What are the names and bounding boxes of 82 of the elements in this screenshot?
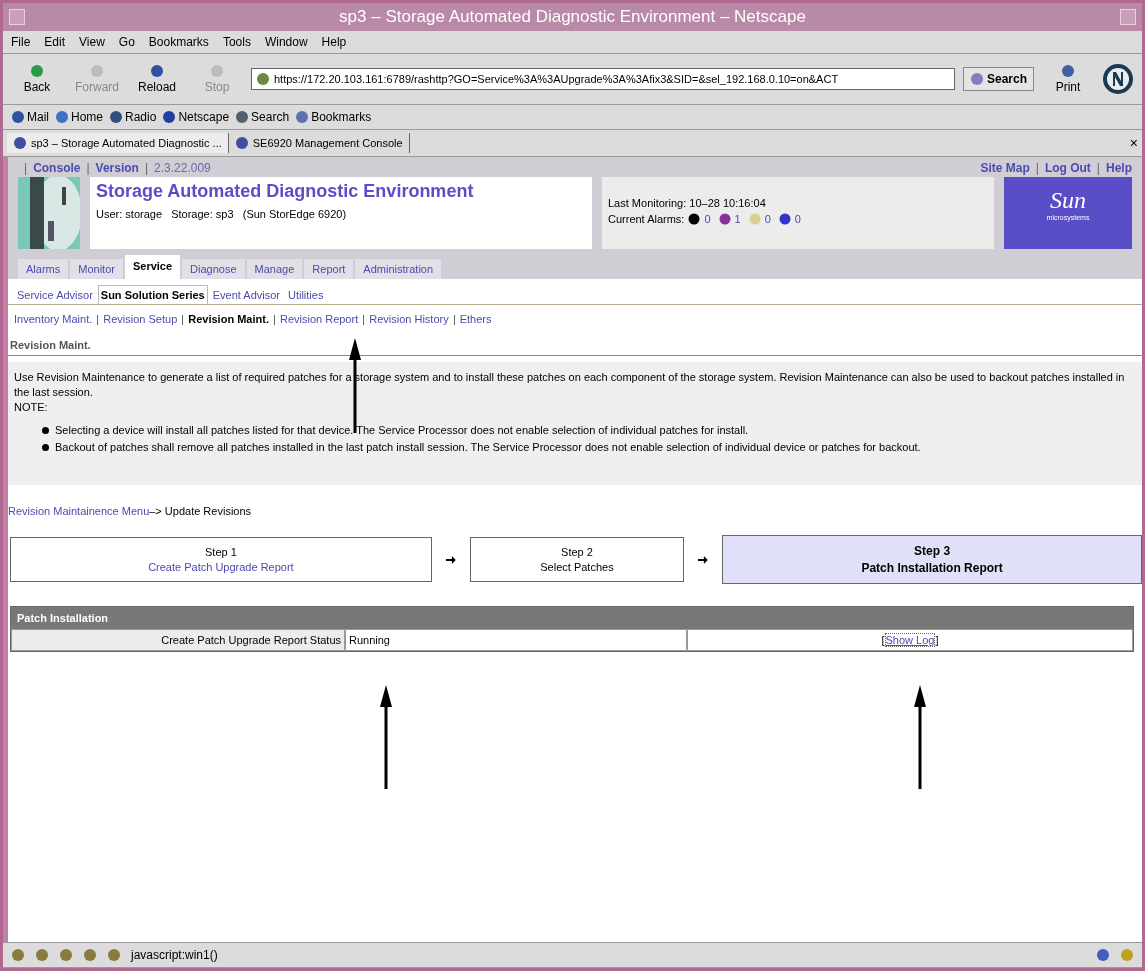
bracket: ]	[935, 634, 939, 646]
menu-item[interactable]: Window	[264, 32, 308, 52]
main-tab[interactable]: Diagnose	[182, 259, 245, 279]
separator: |	[24, 161, 28, 175]
main-tab[interactable]: Report	[304, 259, 354, 279]
user-info: User: storage Storage: sp3 (Sun StorEdge 6920)	[96, 208, 348, 220]
maximize-button[interactable]	[1120, 9, 1136, 25]
nav-button[interactable]: Reload	[131, 64, 183, 94]
note-item: Backout of patches shall remove all patches installed in the last patch install session. The Service Processor does not enable selection of individual device or patches for backout.	[55, 440, 921, 455]
sub-link[interactable]: Ethers	[459, 313, 492, 325]
show-log-link[interactable]: Show Log	[884, 633, 936, 647]
menu-item[interactable]: Bookmarks	[148, 32, 209, 52]
table-title: Patch Installation	[11, 607, 1133, 629]
bookmark-link[interactable]: Netscape	[162, 110, 230, 124]
sub-link[interactable]: Revision Maint.	[188, 313, 269, 325]
window-title: sp3 – Storage Automated Diagnostic Environment – Netscape	[338, 7, 807, 27]
section-title: Revision Maint.	[8, 339, 1142, 356]
menu-item[interactable]: View	[79, 32, 105, 52]
main-tab[interactable]: Service	[124, 255, 181, 279]
alarm-count[interactable]: 1	[734, 213, 741, 225]
close-button[interactable]: ×	[1129, 135, 1138, 151]
menu-item[interactable]: Edit	[44, 32, 66, 52]
nav-button[interactable]: Back	[11, 64, 63, 94]
breadcrumb-link[interactable]: Revision Maintainence Menu	[8, 505, 150, 517]
bookmark-link[interactable]: Mail	[11, 110, 49, 124]
arrow-icon	[698, 555, 709, 564]
separator: |	[86, 161, 90, 175]
sub-link[interactable]: Revision History	[369, 313, 449, 325]
header-link[interactable]: Console	[33, 161, 81, 175]
note-item: Selecting a device will install all patches listed for that device. The Service Processor does not enable selection of individual patches for install.	[55, 423, 749, 438]
step-number: Step 1	[205, 546, 237, 558]
search-button[interactable]: Search	[962, 67, 1034, 91]
alarm-count[interactable]: 0	[704, 213, 711, 225]
step-label: Patch Installation Report	[861, 561, 1003, 575]
arrow-icon	[445, 555, 456, 564]
bookmark-link[interactable]: Search	[235, 110, 290, 124]
step-number: Step 2	[561, 546, 593, 558]
sub-link[interactable]: Revision Report	[279, 313, 359, 325]
window-menu-button[interactable]	[9, 9, 25, 25]
sub-link[interactable]: Inventory Maint.	[14, 313, 93, 325]
menu-item[interactable]: Help	[321, 32, 347, 52]
menu-item[interactable]: Tools	[222, 32, 251, 52]
separator: |	[144, 161, 149, 175]
alarms-label: Current Alarms:	[608, 213, 685, 225]
header-link[interactable]: Log Out	[1044, 161, 1091, 175]
main-tab[interactable]: Manage	[246, 259, 303, 279]
alarm-count[interactable]: 0	[764, 213, 771, 225]
bookmark-link[interactable]: Radio	[109, 110, 157, 124]
table-cell: Running	[345, 629, 687, 651]
main-tab[interactable]: Administration	[355, 259, 442, 279]
main-tab[interactable]: Monitor	[70, 259, 123, 279]
note-label: NOTE:	[14, 400, 49, 415]
menu-item[interactable]: File	[11, 32, 31, 52]
step-number: Step 3	[914, 544, 951, 558]
netscape-logo-icon	[1102, 63, 1134, 95]
sub-link[interactable]: Revision Setup	[103, 313, 178, 325]
version-number: 2.3.22.009	[154, 161, 211, 175]
description-text: Use Revision Maintenance to generate a list of required patches for a storage system and to install these patches on each component of the storage system. Revision Maintenance can also be used to backout patches installed in the last session.	[14, 370, 1126, 400]
table-cell: Create Patch Upgrade Report Status	[11, 629, 345, 651]
step-link[interactable]: Create Patch Upgrade Report	[148, 561, 294, 573]
app-title: Storage Automated Diagnostic Environment	[96, 181, 475, 202]
url-field[interactable]: https://172.20.103.161:6789/rashttp?GO=Service%3A%3AUpgrade%3A%3Afix3&SID=&sel_192.168.0.10=on&ACT	[251, 68, 955, 90]
last-monitoring: Last Monitoring: 10–28 10:16:04	[608, 197, 767, 209]
header-link[interactable]: Site Map	[980, 161, 1030, 175]
alarm-count[interactable]: 0	[794, 213, 801, 225]
bullet-icon	[42, 427, 49, 434]
bracket: [	[881, 634, 885, 646]
bullet-icon	[42, 444, 49, 451]
header-link[interactable]: Help	[1106, 161, 1132, 175]
step-label: Select Patches	[540, 561, 614, 573]
sub-tab[interactable]: Sun Solution Series	[97, 285, 208, 304]
browser-tab[interactable]: sp3 – Storage Automated Diagnostic ...	[7, 133, 229, 153]
header-link[interactable]: Version	[95, 161, 139, 175]
menu-item[interactable]: Go	[118, 32, 135, 52]
main-tab[interactable]: Alarms	[18, 259, 69, 279]
separator: |	[1096, 161, 1100, 175]
print-button[interactable]: Print	[1042, 64, 1094, 94]
breadcrumb-current: –> Update Revisions	[149, 505, 252, 517]
bookmark-link[interactable]: Home	[55, 110, 104, 124]
bookmark-link[interactable]: Bookmarks	[295, 110, 372, 124]
separator: |	[1035, 161, 1039, 175]
status-text: javascript:win1()	[131, 948, 218, 962]
